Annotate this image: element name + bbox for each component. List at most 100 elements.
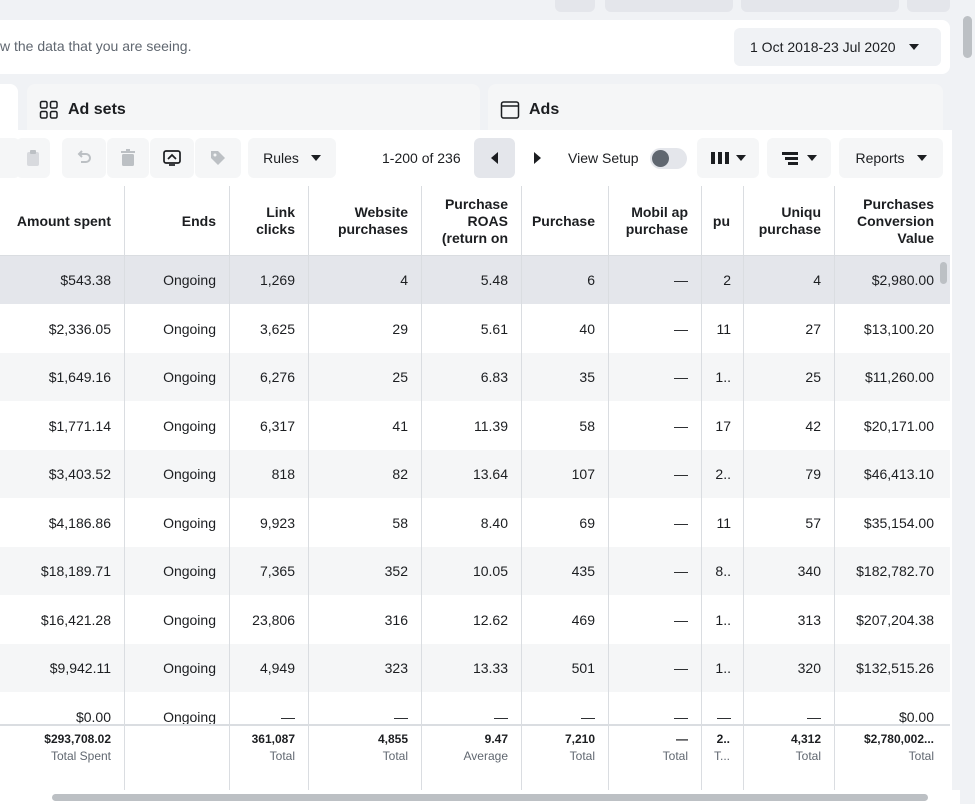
table-cell: 340 xyxy=(797,563,821,579)
table-cell: 323 xyxy=(384,660,408,676)
tag-button[interactable] xyxy=(195,138,241,178)
table-cell: 42 xyxy=(805,417,821,434)
column-header[interactable]: Mobil ap purchase xyxy=(608,186,701,256)
column-header[interactable]: Link clicks xyxy=(229,186,308,256)
table-cell: 17 xyxy=(715,417,731,434)
total-cell: $293,708.02 Total Spent xyxy=(0,732,124,763)
window-scrollbar[interactable] xyxy=(960,0,975,804)
column-header[interactable]: Amount spent xyxy=(0,186,124,256)
table-cell: 10.05 xyxy=(472,563,508,579)
column-header[interactable]: Purchase xyxy=(521,186,608,256)
table-cell: $18,189.71 xyxy=(40,563,111,579)
table-cell: 11.39 xyxy=(474,417,508,434)
table-row[interactable]: $18,189.71 Ongoing 7,365 352 10.05 435 — 8.. 340… xyxy=(0,547,950,595)
column-divider xyxy=(834,186,835,790)
table-cell: 13.64 xyxy=(472,466,508,482)
table-cell: — xyxy=(674,272,688,288)
top-button[interactable] xyxy=(907,0,950,12)
column-header[interactable]: Website purchases xyxy=(308,186,421,256)
top-button[interactable] xyxy=(555,0,595,12)
table-cell: 3,625 xyxy=(259,320,295,337)
next-page-button[interactable] xyxy=(517,138,558,178)
table-cell: 27 xyxy=(805,320,821,337)
table-cell: $9,942.11 xyxy=(49,660,111,676)
total-cell: $2,780,002... Total xyxy=(834,732,947,763)
table-cell: 82 xyxy=(392,466,408,482)
table-cell: 6,317 xyxy=(259,417,295,434)
total-cell: 4,312 Total xyxy=(743,732,834,763)
table-cell: 501 xyxy=(571,660,595,676)
table-scrollbar-thumb[interactable] xyxy=(940,262,947,284)
column-header[interactable]: pu xyxy=(701,186,743,256)
previous-page-button[interactable] xyxy=(474,138,515,178)
table-row[interactable]: $1,771.14 Ongoing 6,317 41 11.39 58 — 17 42 $20,1… xyxy=(0,402,950,450)
table-cell: 25 xyxy=(805,369,821,385)
tab-ads-label: Ads xyxy=(529,101,560,118)
undo-button[interactable] xyxy=(62,138,106,178)
reports-button[interactable]: Reports xyxy=(839,138,943,178)
top-button[interactable] xyxy=(741,0,899,12)
column-header[interactable]: Ends xyxy=(124,186,229,256)
table-row[interactable]: $3,403.52 Ongoing 818 82 13.64 107 — 2.. 79 $46,4… xyxy=(0,450,950,498)
top-button[interactable] xyxy=(605,0,733,12)
table-cell: Ongoing xyxy=(163,272,216,288)
view-setup-toggle[interactable] xyxy=(650,148,687,169)
horizontal-scrollbar-thumb[interactable] xyxy=(52,794,928,801)
delete-button[interactable] xyxy=(107,138,149,178)
table-cell: $35,154.00 xyxy=(863,514,934,531)
undo-icon xyxy=(77,150,91,163)
table-cell: 69 xyxy=(579,514,595,531)
total-label: Total xyxy=(795,749,821,763)
table-cell: $46,413.10 xyxy=(863,466,934,482)
table-cell: $2,980.00 xyxy=(871,272,934,288)
table-cell: 58 xyxy=(392,514,408,531)
total-label: Total xyxy=(569,749,595,763)
column-header[interactable]: Purchases Conversion Value xyxy=(834,186,947,256)
date-range-button[interactable]: 1 Oct 2018-23 Jul 2020 xyxy=(734,28,941,66)
chevron-down-icon xyxy=(908,44,919,50)
column-divider xyxy=(124,186,125,790)
totals-row: $293,708.02 Total Spent 361,087 Total 4,855 T… xyxy=(0,724,950,796)
table-cell: 4,949 xyxy=(259,660,295,676)
table-row[interactable]: $2,336.05 Ongoing 3,625 29 5.61 40 — 11 27 $13,10… xyxy=(0,305,950,353)
table-cell: 7,365 xyxy=(259,563,295,579)
total-label: Total Spent xyxy=(50,749,111,763)
total-value: 2.. xyxy=(716,732,730,746)
columns-button[interactable] xyxy=(697,138,759,178)
table-row[interactable]: $543.38 Ongoing 1,269 4 5.48 6 — 2 4 $2,980.00 xyxy=(0,256,950,304)
rules-button[interactable]: Rules xyxy=(248,138,336,178)
breakdown-button[interactable] xyxy=(767,138,831,178)
table-row[interactable]: $9,942.11 Ongoing 4,949 323 13.33 501 — 1.. 320 $… xyxy=(0,644,950,692)
pagination-text: 1-200 of 236 xyxy=(382,150,461,166)
total-cell: 361,087 Total xyxy=(229,732,308,763)
table-row[interactable]: $1,649.16 Ongoing 6,276 25 6.83 35 — 1.. 25 $11,2… xyxy=(0,353,950,401)
table-row[interactable]: $16,421.28 Ongoing 23,806 316 12.62 469 — 1.. 31… xyxy=(0,596,950,644)
total-label: Average xyxy=(463,749,508,763)
column-header[interactable]: Uniqu purchase xyxy=(743,186,834,256)
table-cell: $16,421.28 xyxy=(40,611,111,628)
total-label: Total xyxy=(269,749,295,763)
total-value: — xyxy=(676,732,688,746)
table-cell: 6 xyxy=(587,272,595,288)
tab-campaigns[interactable] xyxy=(0,84,18,136)
table-cell: 1.. xyxy=(715,611,731,628)
table-cell: 23,806 xyxy=(252,611,295,628)
column-header[interactable]: Purchase ROAS (return on xyxy=(421,186,521,256)
tab-ads[interactable]: Ads xyxy=(488,84,943,136)
paste-button[interactable] xyxy=(16,138,50,178)
table-cell: 41 xyxy=(392,417,408,434)
table-cell: 1.. xyxy=(715,369,731,385)
clipboard-icon xyxy=(27,150,39,166)
table-cell: 469 xyxy=(571,611,595,628)
top-strip xyxy=(0,0,975,12)
table-cell: 320 xyxy=(797,660,821,676)
table-row[interactable]: $4,186.86 Ongoing 9,923 58 8.40 69 — 11 57 $35,15… xyxy=(0,499,950,547)
tab-ad-sets[interactable]: Ad sets xyxy=(27,84,480,136)
preview-button[interactable] xyxy=(150,138,194,178)
tag-icon xyxy=(211,151,225,165)
table-cell: $132,515.26 xyxy=(856,660,934,676)
window-scrollbar-thumb[interactable] xyxy=(963,16,972,58)
table-cell: $2,336.05 xyxy=(48,320,111,337)
view-setup-label: View Setup xyxy=(568,150,639,166)
horizontal-scrollbar[interactable] xyxy=(0,790,960,804)
